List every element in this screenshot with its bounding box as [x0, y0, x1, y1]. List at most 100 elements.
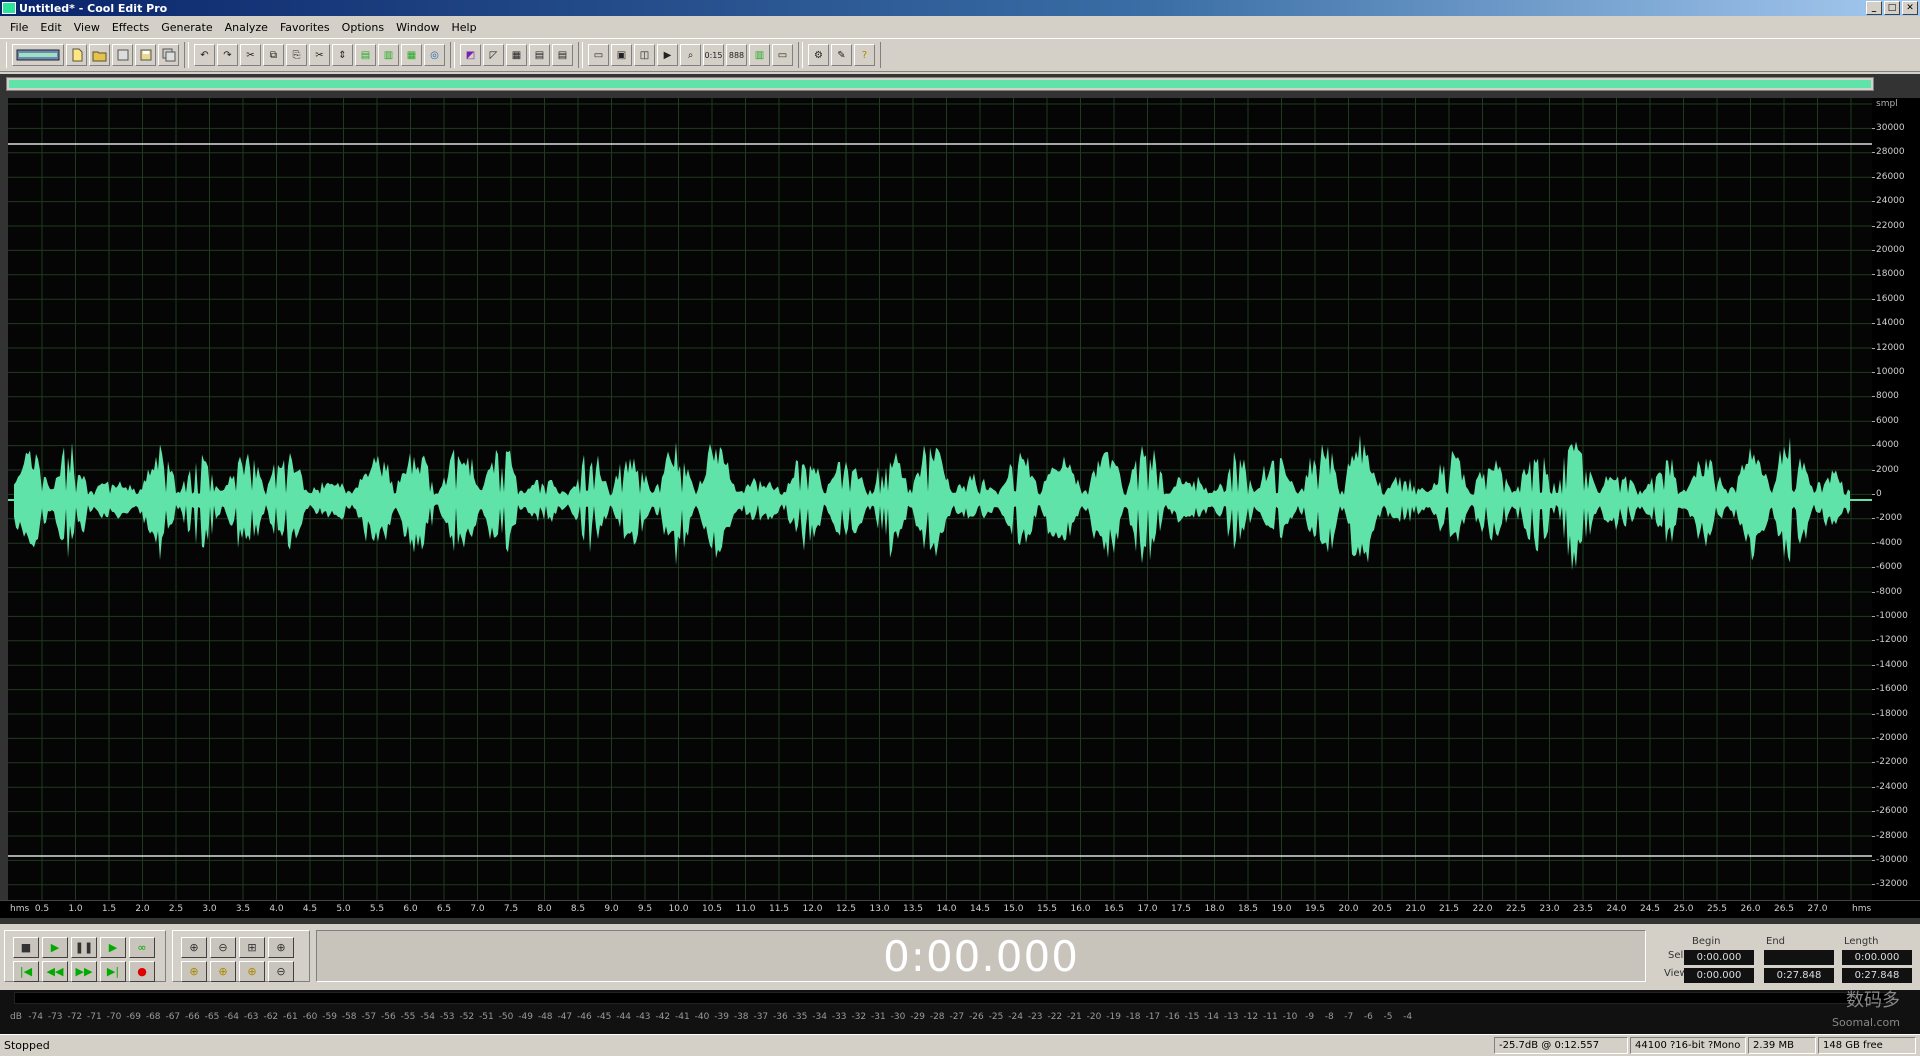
record-button[interactable]: ●: [129, 961, 155, 982]
blank-icon[interactable]: ▭: [772, 44, 793, 66]
maximize-button[interactable]: □: [1884, 1, 1900, 15]
view-begin-field[interactable]: 0:00.000: [1684, 968, 1754, 983]
save-all-icon[interactable]: [158, 44, 179, 66]
close-file-icon[interactable]: [112, 44, 133, 66]
cd-icon[interactable]: ◎: [424, 44, 445, 66]
bars2-icon[interactable]: ▤: [552, 44, 573, 66]
save-file-icon[interactable]: [135, 44, 156, 66]
sel-length-field[interactable]: 0:00.000: [1842, 950, 1912, 965]
amplitude-label: 22000: [1876, 220, 1905, 231]
redo-icon[interactable]: ↷: [217, 44, 238, 66]
menu-view[interactable]: View: [68, 21, 106, 34]
watermark-cn: 数码多: [1846, 990, 1900, 1011]
close-button[interactable]: ✕: [1902, 1, 1918, 15]
envelope-icon[interactable]: ◩: [460, 44, 481, 66]
scripts-icon[interactable]: ✎: [831, 44, 852, 66]
level-label: -42: [655, 1012, 671, 1022]
sel-end-field[interactable]: [1764, 950, 1834, 965]
overview-bar[interactable]: [6, 77, 1874, 91]
mix-paste-icon[interactable]: ▦: [401, 44, 422, 66]
rewind-button[interactable]: ◀◀: [42, 961, 68, 982]
zoom-tool-icon[interactable]: ⌕: [680, 44, 701, 66]
new-file-icon[interactable]: [66, 44, 87, 66]
amplitude-tick: [1872, 689, 1875, 691]
menu-help[interactable]: Help: [446, 21, 483, 34]
time-label: 12.5: [835, 904, 857, 914]
spectral-icon[interactable]: ▦: [506, 44, 527, 66]
bars-icon[interactable]: ▤: [529, 44, 550, 66]
level-label: -34: [812, 1012, 827, 1022]
amplitude-ruler: smpl 30000 28000 26000 24000 22000 20000 18000…: [1872, 98, 1920, 900]
minimize-button[interactable]: _: [1866, 1, 1882, 15]
amplitude-label: -28000: [1876, 830, 1908, 841]
level-label: -51: [479, 1012, 494, 1022]
pause-button[interactable]: ❚❚: [71, 937, 97, 958]
level-label: -33: [831, 1012, 847, 1022]
zoom-vertical-in-icon[interactable]: ⊕: [268, 937, 294, 958]
overview-range[interactable]: [9, 80, 1871, 88]
menu-effects[interactable]: Effects: [106, 21, 155, 34]
level-label: -71: [87, 1012, 102, 1022]
zoom-selection-icon[interactable]: ⊕: [239, 961, 265, 982]
sel-begin-field[interactable]: 0:00.000: [1684, 950, 1754, 965]
menu-window[interactable]: Window: [390, 21, 445, 34]
menu-options[interactable]: Options: [336, 21, 390, 34]
loop-button[interactable]: ∞: [129, 937, 155, 958]
amplitude-tick: [1872, 542, 1875, 544]
zoom-out-icon[interactable]: ⊖: [210, 937, 236, 958]
info-icon[interactable]: ◫: [634, 44, 655, 66]
play-mode-icon[interactable]: ▶: [657, 44, 678, 66]
rect-select-icon[interactable]: ◸: [483, 44, 504, 66]
play-button[interactable]: ▶: [42, 937, 68, 958]
amplitude-label: 24000: [1876, 196, 1905, 207]
cue-list-icon[interactable]: ▭: [588, 44, 609, 66]
paste-new-icon[interactable]: ▥: [378, 44, 399, 66]
copy-new-icon[interactable]: ⎘: [286, 44, 307, 66]
fast-forward-button[interactable]: ▶▶: [71, 961, 97, 982]
zoom-right-icon[interactable]: ⊕: [210, 961, 236, 982]
mode-toggle-button[interactable]: [12, 44, 64, 66]
amplitude-label: -2000: [1876, 513, 1903, 524]
menu-file[interactable]: File: [4, 21, 34, 34]
level-label: -14: [1204, 1012, 1219, 1022]
grid-icon[interactable]: 888: [726, 44, 747, 66]
menu-analyze[interactable]: Analyze: [219, 21, 274, 34]
zoom-in-icon[interactable]: ⊕: [181, 937, 207, 958]
level-label: -67: [165, 1012, 181, 1022]
play-list-icon[interactable]: ▣: [611, 44, 632, 66]
menu-favorites[interactable]: Favorites: [274, 21, 336, 34]
amplitude-label: -10000: [1876, 611, 1908, 621]
amplitude-tick: [1872, 225, 1875, 227]
meters-icon[interactable]: ▥: [749, 44, 770, 66]
undo-icon[interactable]: ↶: [194, 44, 215, 66]
play-to-end-button[interactable]: ▶: [100, 937, 126, 958]
zoom-left-icon[interactable]: ⊕: [181, 961, 207, 982]
zoom-vertical-out-icon[interactable]: ⊖: [268, 961, 294, 982]
amplitude-label: -20000: [1876, 733, 1908, 743]
level-label: -18: [1125, 1012, 1141, 1022]
repeat-icon[interactable]: ✂: [240, 44, 261, 66]
trim-icon[interactable]: ⇕: [332, 44, 353, 66]
waveform-canvas[interactable]: [8, 98, 1872, 900]
level-label: -50: [498, 1012, 514, 1022]
copy-icon[interactable]: ⧉: [263, 44, 284, 66]
menu-generate[interactable]: Generate: [155, 21, 218, 34]
stop-button[interactable]: ■: [13, 937, 39, 958]
paste-icon[interactable]: ▤: [355, 44, 376, 66]
help-icon[interactable]: ?: [854, 44, 875, 66]
view-end-field[interactable]: 0:27.848: [1764, 968, 1834, 983]
waveform-svg: [8, 98, 1872, 900]
view-length-field[interactable]: 0:27.848: [1842, 968, 1912, 983]
zoom-full-icon[interactable]: ⊞: [239, 937, 265, 958]
cut-icon[interactable]: ✂: [309, 44, 330, 66]
go-end-button[interactable]: ▶|: [100, 961, 126, 982]
settings-icon[interactable]: ⚙: [808, 44, 829, 66]
time-format-icon[interactable]: 0:15: [703, 44, 724, 66]
watermark: 数码多 Soomal.com: [1780, 990, 1900, 1034]
open-file-icon[interactable]: [89, 44, 110, 66]
go-start-button[interactable]: |◀: [13, 961, 39, 982]
menu-edit[interactable]: Edit: [34, 21, 67, 34]
amplitude-tick: [1872, 298, 1875, 300]
amplitude-label: 8000: [1876, 391, 1899, 402]
begin-header: Begin: [1692, 936, 1721, 947]
